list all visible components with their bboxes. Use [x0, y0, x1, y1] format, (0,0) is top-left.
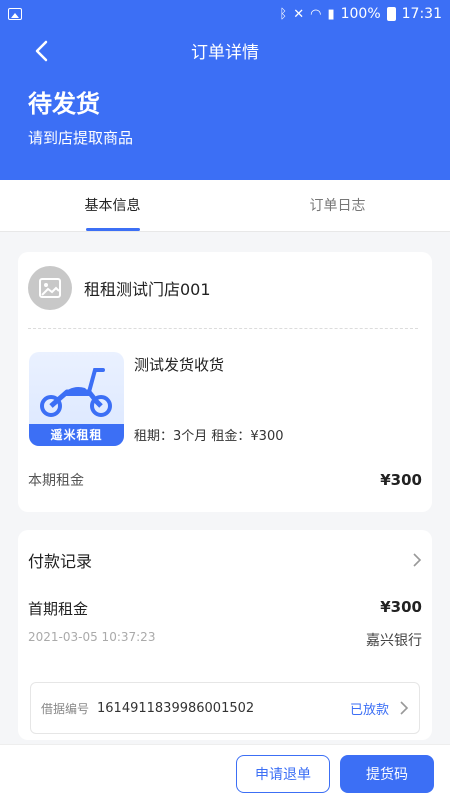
receipt-label: 借据编号 — [41, 701, 90, 716]
gallery-notification-icon — [8, 8, 22, 20]
brand-label: 遥米租租 — [29, 424, 124, 446]
payment-bank: 嘉兴银行 — [366, 633, 422, 649]
store-avatar — [28, 266, 72, 310]
image-placeholder-icon — [39, 278, 61, 298]
clock: 17:31 — [401, 6, 442, 22]
tab-order-log[interactable]: 订单日志 — [225, 180, 450, 231]
page-title: 订单详情 — [191, 43, 259, 63]
receipt-status: 已放款 — [349, 702, 389, 718]
payment-detail-row: 2021-03-05 10:37:23 嘉兴银行 — [28, 630, 422, 650]
divider — [28, 328, 418, 329]
payment-time: 2021-03-05 10:37:23 — [28, 630, 156, 644]
current-rent-row: 本期租金 ¥300 — [28, 470, 422, 490]
header: 订单详情 待发货 请到店提取商品 — [0, 28, 450, 180]
receipt-number: 1614911839986001502 — [97, 700, 255, 716]
battery-icon — [386, 7, 396, 21]
bottom-action-bar: 申请退单 提货码 — [0, 744, 450, 800]
receipt-row[interactable]: 借据编号 1614911839986001502 已放款 — [30, 682, 420, 734]
bluetooth-icon: ᛒ — [279, 6, 288, 22]
signal-icon: ▮ — [327, 6, 335, 22]
current-rent-label: 本期租金 — [28, 473, 84, 489]
order-status-subtitle: 请到店提取商品 — [28, 129, 134, 147]
product-image: 遥米租租 — [29, 352, 124, 446]
tab-basic-info[interactable]: 基本信息 — [0, 180, 225, 231]
tab-bar: 基本信息 订单日志 — [0, 180, 450, 232]
product-terms: 租期：3个月 租金：¥300 — [134, 429, 284, 444]
payment-records-title: 付款记录 — [28, 552, 93, 571]
pickup-code-button[interactable]: 提货码 — [340, 755, 434, 793]
store-name: 租租测试门店001 — [84, 280, 211, 299]
first-rent-label: 首期租金 — [28, 600, 89, 618]
apply-refund-button[interactable]: 申请退单 — [236, 755, 330, 793]
product-name: 测试发货收货 — [134, 356, 225, 374]
payment-records-header[interactable]: 付款记录 — [28, 548, 422, 572]
store-row: 租租测试门店001 — [28, 266, 211, 310]
chevron-right-icon — [400, 701, 409, 715]
scooter-icon — [40, 368, 112, 417]
order-info-card: 租租测试门店001 遥米租租 测试发货收货 租期：3个月 租金：¥300 本期租… — [18, 252, 432, 512]
chevron-right-icon — [413, 553, 422, 567]
first-rent-row: 首期租金 ¥300 — [28, 598, 422, 619]
current-rent-value: ¥300 — [380, 471, 422, 489]
payment-card: 付款记录 首期租金 ¥300 2021-03-05 10:37:23 嘉兴银行 … — [18, 530, 432, 740]
status-bar: ᛒ ✕ ◠ ▮ 100% 17:31 — [0, 0, 450, 28]
mute-icon: ✕ — [293, 6, 305, 22]
battery-percent: 100% — [340, 6, 381, 22]
wifi-icon: ◠ — [310, 6, 322, 22]
first-rent-value: ¥300 — [380, 598, 422, 616]
order-status-title: 待发货 — [28, 90, 100, 118]
